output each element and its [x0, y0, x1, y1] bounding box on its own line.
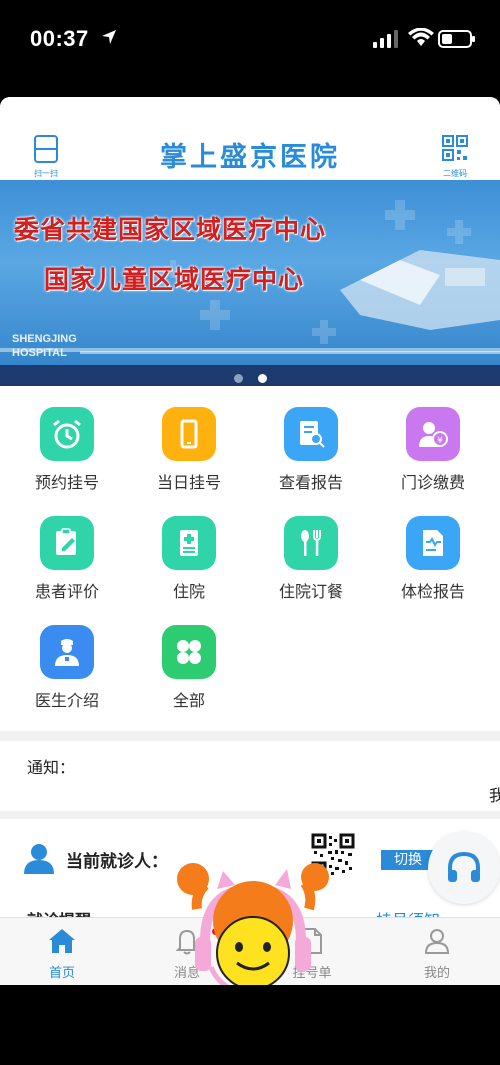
app-title: 掌上盛京医院: [160, 142, 340, 173]
qr-code-button[interactable]: 二维码: [436, 135, 474, 178]
headset-icon: [448, 851, 480, 882]
tab-label: 我的: [423, 966, 450, 981]
service-label: 门诊缴费: [400, 473, 465, 492]
service-outpatient-payment[interactable]: ¥ 门诊缴费: [378, 407, 488, 493]
banner-headline-1: 委省共建国家区域医疗中心: [14, 215, 327, 244]
edit-note-icon: [40, 516, 94, 570]
service-label: 体检报告: [400, 582, 465, 601]
checkup-report-icon: [406, 516, 460, 570]
service-same-day[interactable]: 当日挂号: [134, 407, 244, 493]
service-view-report[interactable]: 查看报告: [256, 407, 366, 493]
carousel-dot-2-active[interactable]: [258, 374, 267, 383]
cartoon-sticker: [177, 863, 329, 985]
service-label: 查看报告: [278, 473, 343, 492]
user-icon: [24, 844, 54, 874]
phone-icon: [162, 407, 216, 461]
service-inpatient-meal[interactable]: 住院订餐: [256, 516, 366, 602]
service-label: 患者评价: [34, 582, 99, 601]
doctor-icon: [40, 625, 94, 679]
banner-bottom-strip: [0, 365, 500, 386]
status-bar: 00:37: [0, 0, 500, 80]
app-header: 扫一扫 掌上盛京医院 二维码: [0, 97, 500, 180]
service-label: 当日挂号: [156, 473, 221, 492]
wifi-icon: [408, 28, 434, 46]
section-divider: [0, 731, 500, 741]
service-label: 住院: [172, 582, 205, 601]
hospital-record-icon: [162, 516, 216, 570]
service-label: 全部: [172, 691, 205, 710]
tab-mine[interactable]: 我的: [397, 926, 477, 981]
signal-icon: [373, 30, 398, 48]
svg-text:¥: ¥: [437, 436, 443, 446]
location-arrow-icon: [102, 30, 116, 44]
service-label: 预约挂号: [34, 473, 99, 492]
carousel-dot-1[interactable]: [234, 374, 243, 383]
customer-service-button[interactable]: [428, 832, 500, 904]
service-doctor-intro[interactable]: 医生介绍: [12, 625, 122, 711]
app-screen: 扫一扫 掌上盛京医院 二维码 委省共建国家区域医疗中心 国家儿童区域医疗中心 S…: [0, 97, 500, 985]
qr-code-label: 二维码: [443, 169, 467, 178]
service-patient-review[interactable]: 患者评价: [12, 516, 122, 602]
service-all[interactable]: 全部: [134, 625, 244, 711]
service-checkup-report[interactable]: 体检报告: [378, 516, 488, 602]
service-label: 医生介绍: [34, 691, 99, 710]
qr-code-icon: [442, 135, 468, 161]
report-search-icon: [284, 407, 338, 461]
service-inpatient[interactable]: 住院: [134, 516, 244, 602]
banner-hospital-name: SHENGJING HOSPITAL: [12, 332, 77, 360]
user-outline-icon: [424, 929, 450, 954]
tab-home[interactable]: 首页: [22, 926, 102, 981]
section-divider: [0, 811, 500, 819]
banner-headline-2: 国家儿童区域医疗中心: [44, 265, 305, 294]
fork-spoon-icon: [284, 516, 338, 570]
service-label: 住院订餐: [278, 582, 343, 601]
switch-patient-button[interactable]: 切换: [381, 850, 435, 870]
service-appointment[interactable]: 预约挂号: [12, 407, 122, 493]
notice-label: 通知：: [27, 758, 76, 777]
battery-icon: [438, 30, 475, 48]
notice-bar[interactable]: 通知： 我: [0, 741, 500, 811]
all-grid-icon: [162, 625, 216, 679]
current-patient-label: 当前就诊人：: [66, 852, 168, 872]
home-icon: [49, 929, 75, 953]
notice-scroll-text: 我: [489, 786, 500, 805]
status-time: 00:37: [30, 26, 89, 51]
banner-carousel[interactable]: 委省共建国家区域医疗中心 国家儿童区域医疗中心 SHENGJING HOSPIT…: [0, 180, 500, 386]
payment-icon: ¥: [406, 407, 460, 461]
tab-label: 首页: [48, 966, 75, 981]
banner-en-line-2: HOSPITAL: [12, 347, 67, 359]
alarm-clock-icon: [40, 407, 94, 461]
banner-en-line-1: SHENGJING: [12, 333, 77, 345]
